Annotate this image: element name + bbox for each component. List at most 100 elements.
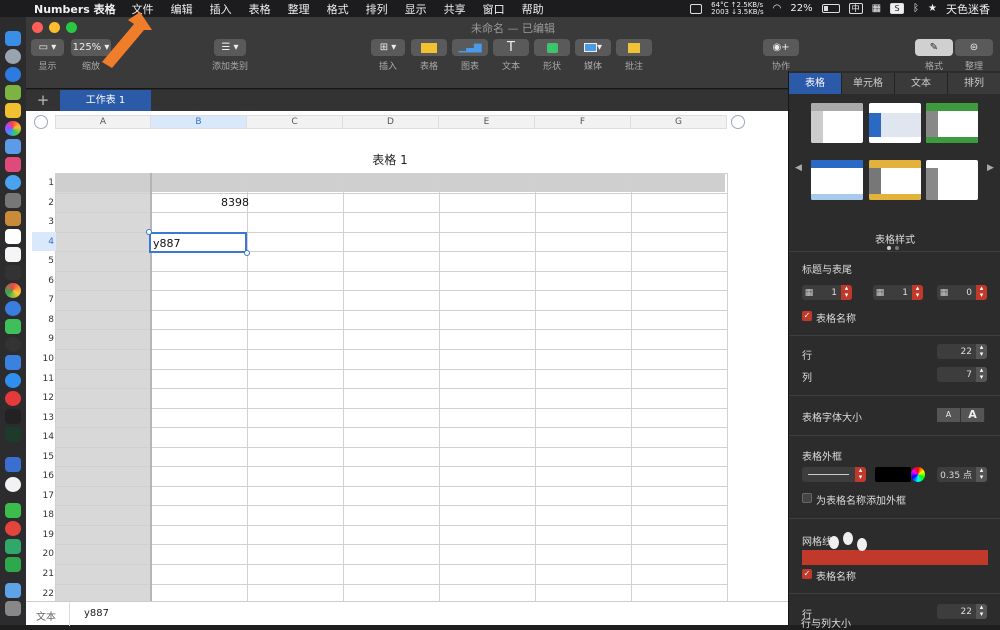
battery-icon[interactable] [821, 4, 840, 13]
row-header-9[interactable]: 9 [34, 334, 54, 344]
numbers-icon[interactable] [5, 557, 21, 572]
table-grid[interactable] [26, 111, 788, 601]
browser-icon[interactable] [5, 175, 21, 190]
page-dots[interactable] [887, 246, 899, 250]
formula-bar-input[interactable]: y887 [84, 608, 109, 619]
table-style-3[interactable] [926, 103, 978, 143]
row-header-13[interactable]: 13 [34, 413, 54, 423]
vivaldi-icon[interactable] [5, 391, 21, 406]
input-method-icon[interactable]: 中 [848, 3, 863, 14]
chevron-left-icon[interactable]: ◀ [795, 163, 802, 173]
format-button[interactable]: ✎ 格式 [915, 37, 953, 72]
stepper-arrows-icon[interactable]: ▴ ▾ [912, 285, 923, 300]
add-border-checkbox[interactable] [802, 493, 812, 503]
rows-stepper[interactable]: 22 ▴ ▾ [937, 344, 987, 359]
organize-button[interactable]: ⊜ 整理 [955, 37, 993, 72]
border-style-select[interactable]: ▴ ▾ [802, 467, 866, 482]
table-style-4[interactable] [811, 160, 863, 200]
row-header-2[interactable]: 2 [34, 198, 54, 208]
media-icon[interactable]: ▾ [575, 39, 611, 56]
stepper-arrows-icon[interactable]: ▴ ▾ [976, 467, 987, 482]
bluetooth-icon[interactable]: ᛒ [913, 3, 919, 14]
tab-table[interactable]: 表格 [789, 73, 842, 94]
music-icon[interactable] [5, 337, 21, 352]
row-header-4[interactable]: 4 [34, 237, 54, 247]
chart-icon[interactable]: ▁▃▆ [452, 39, 488, 56]
user-name[interactable]: 天色迷香 [946, 1, 990, 17]
view-control[interactable]: ▭ ▾ 显示 [31, 37, 64, 72]
gridlines-options[interactable] [802, 550, 988, 565]
row-header-15[interactable]: 15 [34, 452, 54, 462]
row-header-11[interactable]: 11 [34, 374, 54, 384]
comment-icon[interactable] [616, 39, 652, 56]
tray-app-icon[interactable] [690, 3, 703, 14]
notes-icon[interactable] [5, 211, 21, 226]
row-header-1[interactable]: 1 [34, 178, 54, 188]
decrease-font-button[interactable]: A [937, 408, 961, 422]
chevron-right-icon[interactable]: ▶ [987, 163, 994, 173]
header-columns-stepper[interactable]: ▦ 1 ▴ ▾ [873, 285, 923, 300]
vpn-icon[interactable] [5, 457, 21, 472]
row-header-3[interactable]: 3 [34, 217, 54, 227]
text-icon[interactable]: T [493, 39, 529, 56]
blue-app-icon[interactable] [5, 301, 21, 316]
row-header-21[interactable]: 21 [34, 569, 54, 579]
mail-icon[interactable] [5, 139, 21, 154]
paintbrush-icon[interactable]: ✎ [915, 39, 953, 56]
wifi-icon[interactable]: ◠ [773, 3, 782, 14]
row-header-7[interactable]: 7 [34, 295, 54, 305]
shape-button[interactable]: 形状 [534, 37, 570, 72]
row-header-17[interactable]: 17 [34, 491, 54, 501]
stepper-arrows-icon[interactable]: ▴ ▾ [976, 344, 987, 359]
chrome-icon[interactable] [5, 283, 21, 298]
monitor-icon[interactable] [5, 427, 21, 442]
menu-table[interactable]: 表格 [249, 1, 271, 17]
tab-arrange[interactable]: 排列 [948, 73, 1000, 94]
safari-icon[interactable] [5, 67, 21, 82]
stepper-arrows-icon[interactable]: ▴ ▾ [976, 285, 987, 300]
menu-arrange[interactable]: 排列 [366, 1, 388, 17]
stepper-arrows-icon[interactable]: ▴ ▾ [976, 367, 987, 382]
keynote-icon[interactable] [5, 355, 21, 370]
media-button[interactable]: ▾ 媒体 [575, 37, 611, 72]
menu-organize[interactable]: 整理 [288, 1, 310, 17]
finder-icon[interactable] [5, 31, 21, 46]
organize-icon[interactable]: ⊜ [955, 39, 993, 56]
row-header-22[interactable]: 22 [34, 589, 54, 599]
messages-icon[interactable] [5, 319, 21, 334]
row-header-6[interactable]: 6 [34, 276, 54, 286]
page-dot-1[interactable] [887, 246, 891, 250]
tab-text[interactable]: 文本 [895, 73, 948, 94]
menu-help[interactable]: 帮助 [522, 1, 544, 17]
row-header-14[interactable]: 14 [34, 432, 54, 442]
row-header-12[interactable]: 12 [34, 393, 54, 403]
table-style-5[interactable] [869, 160, 921, 200]
appstore-icon[interactable] [5, 373, 21, 388]
selection-handle-bottom-right[interactable] [244, 250, 250, 256]
yandex-icon[interactable] [5, 477, 21, 492]
pink-app-icon[interactable] [5, 157, 21, 172]
insert-button[interactable]: ⊞ ▾ 插入 [371, 37, 405, 72]
table-style-6[interactable] [926, 160, 978, 200]
photos-icon[interactable] [5, 121, 21, 136]
network-stats[interactable]: 64°C ↑2.5KB/s 2003 ↓3.5KB/s [711, 1, 763, 16]
table-style-1[interactable] [811, 103, 863, 143]
tab-cell[interactable]: 单元格 [842, 73, 895, 94]
row-header-19[interactable]: 19 [34, 530, 54, 540]
add-sheet-button[interactable]: + [34, 90, 52, 111]
sheet-canvas[interactable]: A B C D E F G 表格 1 1 2 3 4 5 6 7 8 9 10 11 12 13 14 15… [26, 111, 788, 601]
menu-view[interactable]: 显示 [405, 1, 427, 17]
collaborate-icon[interactable]: ◉+ [763, 39, 799, 56]
launchpad-icon[interactable] [5, 49, 21, 64]
grid-app-icon[interactable] [5, 193, 21, 208]
rows-stepper-2[interactable]: 22 ▴ ▾ [937, 604, 987, 619]
insert-icon[interactable]: ⊞ ▾ [371, 39, 405, 56]
header-rows-stepper[interactable]: ▦ 1 ▴ ▾ [802, 285, 852, 300]
increase-font-button[interactable]: A [961, 408, 985, 422]
sheet-tab-1[interactable]: 工作表 1 [60, 90, 151, 111]
table-button[interactable]: 表格 [411, 37, 447, 72]
text-button[interactable]: T 文本 [493, 37, 529, 72]
terminal-icon[interactable] [5, 265, 21, 280]
list-icon[interactable]: ☰ ▾ [214, 39, 246, 56]
row-header-16[interactable]: 16 [34, 471, 54, 481]
